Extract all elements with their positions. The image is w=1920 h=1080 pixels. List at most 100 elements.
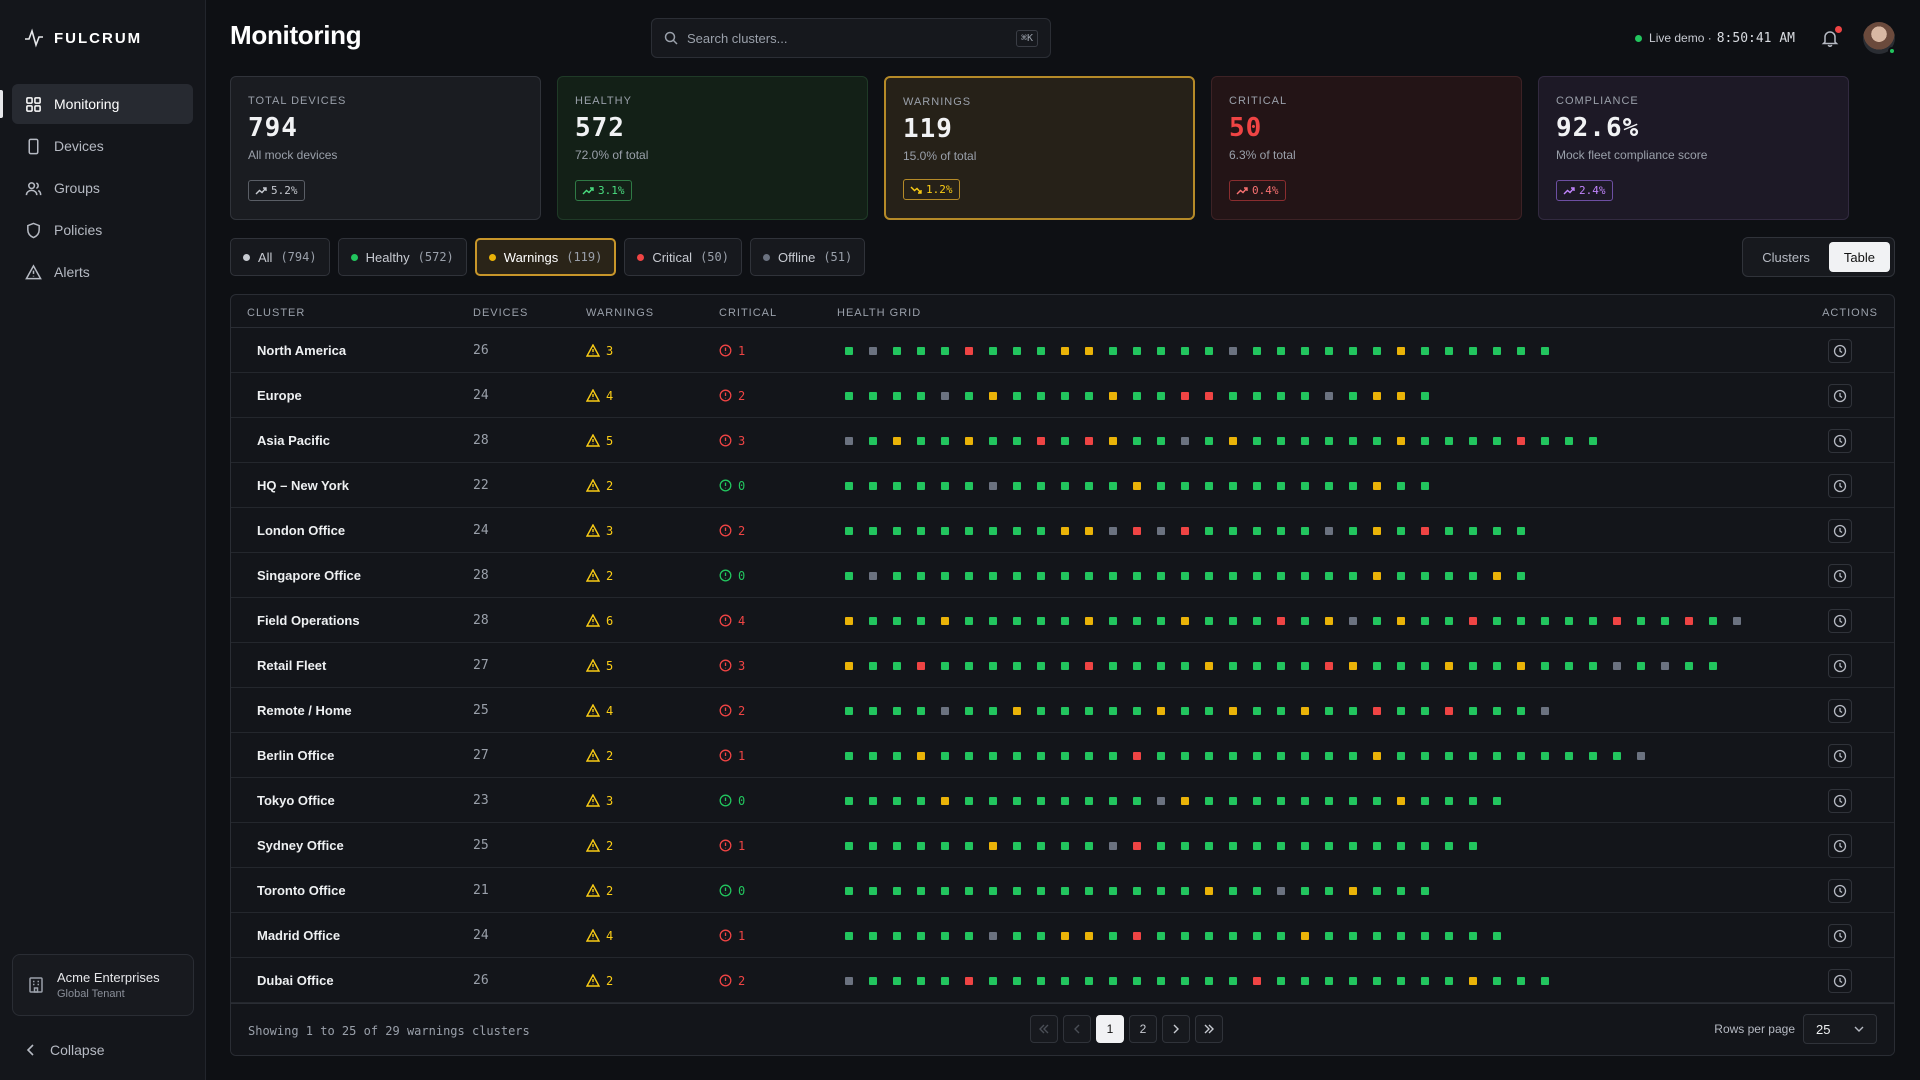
device-status-square[interactable] bbox=[989, 886, 997, 895]
device-status-square[interactable] bbox=[1397, 571, 1405, 580]
device-status-square[interactable] bbox=[845, 976, 853, 985]
stat-card-compliance[interactable]: COMPLIANCE 92.6% Mock fleet compliance s… bbox=[1538, 76, 1849, 220]
device-status-square[interactable] bbox=[869, 931, 877, 940]
device-status-square[interactable] bbox=[1253, 931, 1261, 940]
prev-page-button[interactable] bbox=[1063, 1015, 1091, 1043]
device-status-square[interactable] bbox=[989, 616, 997, 625]
device-status-square[interactable] bbox=[1205, 886, 1213, 895]
history-button[interactable] bbox=[1828, 923, 1852, 948]
device-status-square[interactable] bbox=[1541, 751, 1549, 760]
filter-all[interactable]: All (794) bbox=[230, 238, 330, 276]
device-status-square[interactable] bbox=[1373, 526, 1381, 535]
device-status-square[interactable] bbox=[1205, 571, 1213, 580]
device-status-square[interactable] bbox=[1325, 796, 1333, 805]
device-status-square[interactable] bbox=[1469, 751, 1477, 760]
device-status-square[interactable] bbox=[941, 481, 949, 490]
device-status-square[interactable] bbox=[1493, 346, 1501, 355]
device-status-square[interactable] bbox=[1109, 481, 1117, 490]
device-status-square[interactable] bbox=[1085, 481, 1093, 490]
device-status-square[interactable] bbox=[1397, 661, 1405, 670]
device-status-square[interactable] bbox=[845, 841, 853, 850]
device-status-square[interactable] bbox=[1109, 976, 1117, 985]
sidebar-item-devices[interactable]: Devices bbox=[12, 126, 193, 166]
device-status-square[interactable] bbox=[1229, 841, 1237, 850]
device-status-square[interactable] bbox=[965, 886, 973, 895]
device-status-square[interactable] bbox=[1085, 886, 1093, 895]
stat-card-healthy[interactable]: HEALTHY 572 72.0% of total 3.1% bbox=[557, 76, 868, 220]
device-status-square[interactable] bbox=[1493, 436, 1501, 445]
device-status-square[interactable] bbox=[1277, 976, 1285, 985]
device-status-square[interactable] bbox=[1253, 616, 1261, 625]
device-status-square[interactable] bbox=[1085, 706, 1093, 715]
device-status-square[interactable] bbox=[917, 616, 925, 625]
device-status-square[interactable] bbox=[1397, 841, 1405, 850]
table-row[interactable]: Sydney Office 25 2 1 bbox=[231, 823, 1894, 868]
history-button[interactable] bbox=[1828, 428, 1852, 453]
device-status-square[interactable] bbox=[1613, 616, 1621, 625]
device-status-square[interactable] bbox=[1373, 931, 1381, 940]
device-status-square[interactable] bbox=[1541, 346, 1549, 355]
device-status-square[interactable] bbox=[1181, 751, 1189, 760]
device-status-square[interactable] bbox=[1397, 526, 1405, 535]
device-status-square[interactable] bbox=[1397, 481, 1405, 490]
device-status-square[interactable] bbox=[1205, 841, 1213, 850]
device-status-square[interactable] bbox=[1229, 976, 1237, 985]
device-status-square[interactable] bbox=[1037, 391, 1045, 400]
device-status-square[interactable] bbox=[1397, 706, 1405, 715]
device-status-square[interactable] bbox=[845, 346, 853, 355]
device-status-square[interactable] bbox=[1253, 391, 1261, 400]
device-status-square[interactable] bbox=[1469, 796, 1477, 805]
cluster-name[interactable]: Field Operations bbox=[257, 598, 360, 643]
device-status-square[interactable] bbox=[869, 526, 877, 535]
device-status-square[interactable] bbox=[1397, 436, 1405, 445]
device-status-square[interactable] bbox=[1301, 841, 1309, 850]
device-status-square[interactable] bbox=[917, 481, 925, 490]
device-status-square[interactable] bbox=[1493, 706, 1501, 715]
table-row[interactable]: Field Operations 28 6 4 bbox=[231, 598, 1894, 643]
device-status-square[interactable] bbox=[1133, 661, 1141, 670]
device-status-square[interactable] bbox=[917, 976, 925, 985]
device-status-square[interactable] bbox=[1037, 526, 1045, 535]
device-status-square[interactable] bbox=[1013, 661, 1021, 670]
filter-warnings[interactable]: Warnings (119) bbox=[474, 238, 617, 276]
device-status-square[interactable] bbox=[941, 391, 949, 400]
device-status-square[interactable] bbox=[893, 391, 901, 400]
device-status-square[interactable] bbox=[1133, 796, 1141, 805]
device-status-square[interactable] bbox=[893, 886, 901, 895]
device-status-square[interactable] bbox=[1085, 436, 1093, 445]
device-status-square[interactable] bbox=[845, 436, 853, 445]
device-status-square[interactable] bbox=[989, 931, 997, 940]
device-status-square[interactable] bbox=[1277, 481, 1285, 490]
column-header-devices[interactable]: DEVICES bbox=[473, 307, 528, 319]
brand-logo[interactable]: FULCRUM bbox=[24, 28, 142, 48]
device-status-square[interactable] bbox=[1349, 976, 1357, 985]
device-status-square[interactable] bbox=[869, 391, 877, 400]
device-status-square[interactable] bbox=[1109, 661, 1117, 670]
device-status-square[interactable] bbox=[1181, 886, 1189, 895]
device-status-square[interactable] bbox=[1061, 886, 1069, 895]
table-row[interactable]: HQ – New York 22 2 0 bbox=[231, 463, 1894, 508]
device-status-square[interactable] bbox=[1253, 346, 1261, 355]
device-status-square[interactable] bbox=[1157, 706, 1165, 715]
device-status-square[interactable] bbox=[1253, 976, 1261, 985]
cluster-name[interactable]: Tokyo Office bbox=[257, 778, 335, 823]
device-status-square[interactable] bbox=[965, 616, 973, 625]
device-status-square[interactable] bbox=[1205, 796, 1213, 805]
device-status-square[interactable] bbox=[1229, 931, 1237, 940]
device-status-square[interactable] bbox=[1373, 706, 1381, 715]
device-status-square[interactable] bbox=[965, 661, 973, 670]
device-status-square[interactable] bbox=[1469, 436, 1477, 445]
device-status-square[interactable] bbox=[1253, 841, 1261, 850]
cluster-name[interactable]: Singapore Office bbox=[257, 553, 361, 598]
device-status-square[interactable] bbox=[1325, 436, 1333, 445]
device-status-square[interactable] bbox=[1061, 436, 1069, 445]
device-status-square[interactable] bbox=[989, 346, 997, 355]
rows-per-page-select[interactable]: 25 bbox=[1803, 1014, 1877, 1044]
history-button[interactable] bbox=[1828, 968, 1852, 993]
device-status-square[interactable] bbox=[1541, 661, 1549, 670]
device-status-square[interactable] bbox=[893, 706, 901, 715]
device-status-square[interactable] bbox=[1325, 751, 1333, 760]
device-status-square[interactable] bbox=[1277, 661, 1285, 670]
device-status-square[interactable] bbox=[1085, 346, 1093, 355]
device-status-square[interactable] bbox=[1085, 571, 1093, 580]
